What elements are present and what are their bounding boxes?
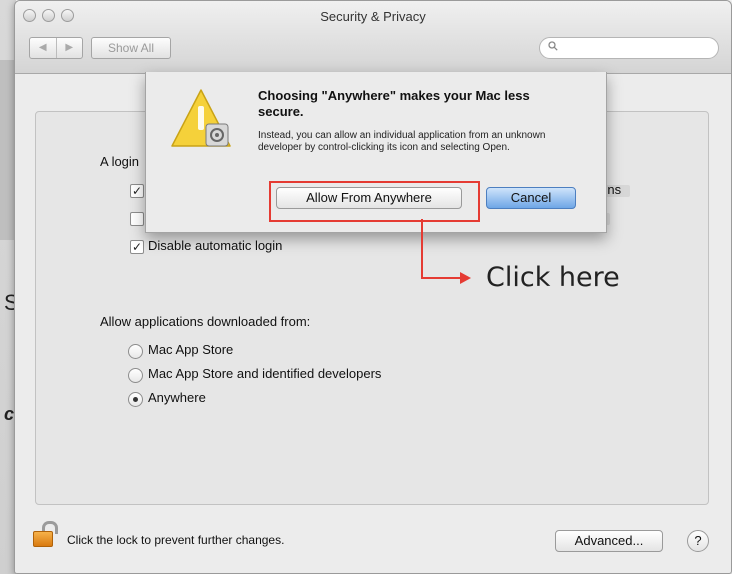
show-message-checkbox[interactable] xyxy=(130,212,144,226)
option-anywhere: Anywhere xyxy=(148,390,206,405)
warning-icon xyxy=(170,88,232,150)
require-password-checkbox[interactable]: ✓ xyxy=(130,184,144,198)
radio-mac-app-store[interactable] xyxy=(128,344,143,359)
allow-apps-heading: Allow applications downloaded from: xyxy=(100,314,311,329)
advanced-button[interactable]: Advanced... xyxy=(555,530,663,552)
dialog-title: Choosing "Anywhere" makes your Mac less … xyxy=(258,88,530,119)
background-text-c: c xyxy=(4,404,15,424)
annotation-arrowhead-icon xyxy=(460,272,471,284)
window-title: Security & Privacy xyxy=(320,9,426,24)
annotation-arrow-horizontal xyxy=(421,277,461,279)
lock-body xyxy=(33,531,53,547)
dialog-message: Instead, you can allow an individual app… xyxy=(258,130,546,153)
click-here-label: Click here xyxy=(486,262,620,293)
radio-identified-developers[interactable] xyxy=(128,368,143,383)
lock-icon[interactable] xyxy=(33,521,58,547)
annotation-arrow-vertical xyxy=(421,219,423,279)
help-button[interactable]: ? xyxy=(687,530,709,552)
titlebar: Security & Privacy ◀ ▶ Show All xyxy=(15,1,731,74)
cancel-button[interactable]: Cancel xyxy=(486,187,576,209)
disable-auto-login-checkbox[interactable]: ✓ xyxy=(130,240,144,254)
back-arrow-icon[interactable]: ◀ xyxy=(30,38,57,58)
lock-status-text: Click the lock to prevent further change… xyxy=(67,533,285,547)
show-all-button[interactable]: Show All xyxy=(91,37,171,59)
login-label: A login xyxy=(100,154,140,169)
radio-anywhere[interactable] xyxy=(128,392,143,407)
option-mac-app-store: Mac App Store xyxy=(148,342,234,357)
disable-auto-login-label: Disable automatic login xyxy=(148,238,283,253)
option-identified-developers: Mac App Store and identified developers xyxy=(148,366,382,381)
highlight-box xyxy=(269,181,480,222)
search-icon xyxy=(548,41,558,54)
back-forward-control[interactable]: ◀ ▶ xyxy=(29,37,83,59)
search-field[interactable] xyxy=(539,37,719,59)
forward-arrow-icon[interactable]: ▶ xyxy=(57,38,83,58)
